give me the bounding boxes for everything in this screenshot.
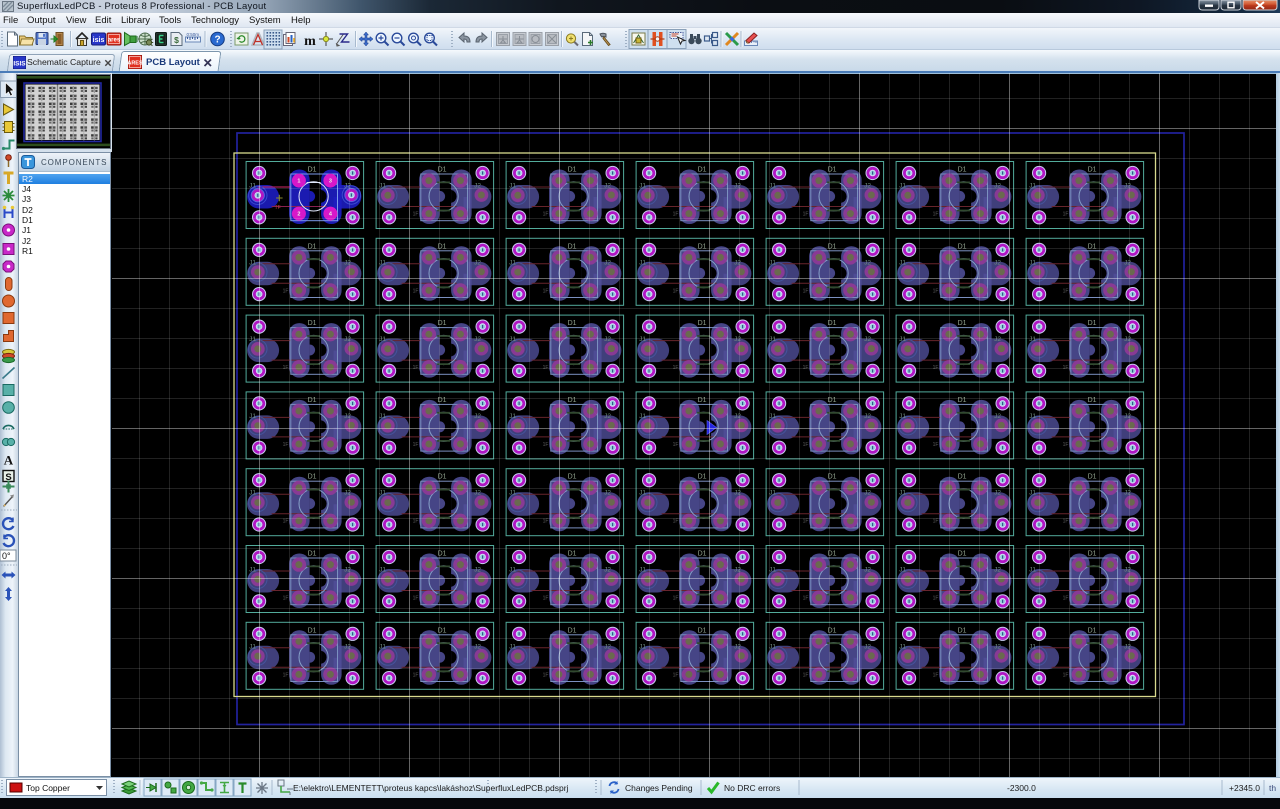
- svg-text:A: A: [4, 453, 14, 468]
- svg-text:+2345.0: +2345.0: [1229, 783, 1260, 793]
- svg-text:Top Copper: Top Copper: [26, 783, 70, 793]
- svg-text:?: ?: [214, 35, 220, 46]
- svg-text:0:50m: 0:50m: [187, 32, 200, 37]
- svg-text:0°: 0°: [2, 551, 11, 561]
- svg-text:m: m: [304, 34, 316, 49]
- svg-text:isis: isis: [93, 37, 105, 44]
- svg-text:ARES: ARES: [128, 61, 142, 67]
- svg-text:No DRC errors: No DRC errors: [724, 783, 780, 793]
- svg-text:E:\elektro\LEMENTETT\proteus k: E:\elektro\LEMENTETT\proteus kapcs\lakás…: [293, 783, 569, 793]
- svg-text:ares: ares: [108, 38, 121, 44]
- svg-text:$: $: [174, 35, 179, 45]
- svg-text:-2300.0: -2300.0: [1007, 783, 1036, 793]
- svg-text:th: th: [1269, 783, 1276, 793]
- svg-text:ISIS: ISIS: [13, 61, 26, 68]
- svg-text:Changes Pending: Changes Pending: [625, 783, 693, 793]
